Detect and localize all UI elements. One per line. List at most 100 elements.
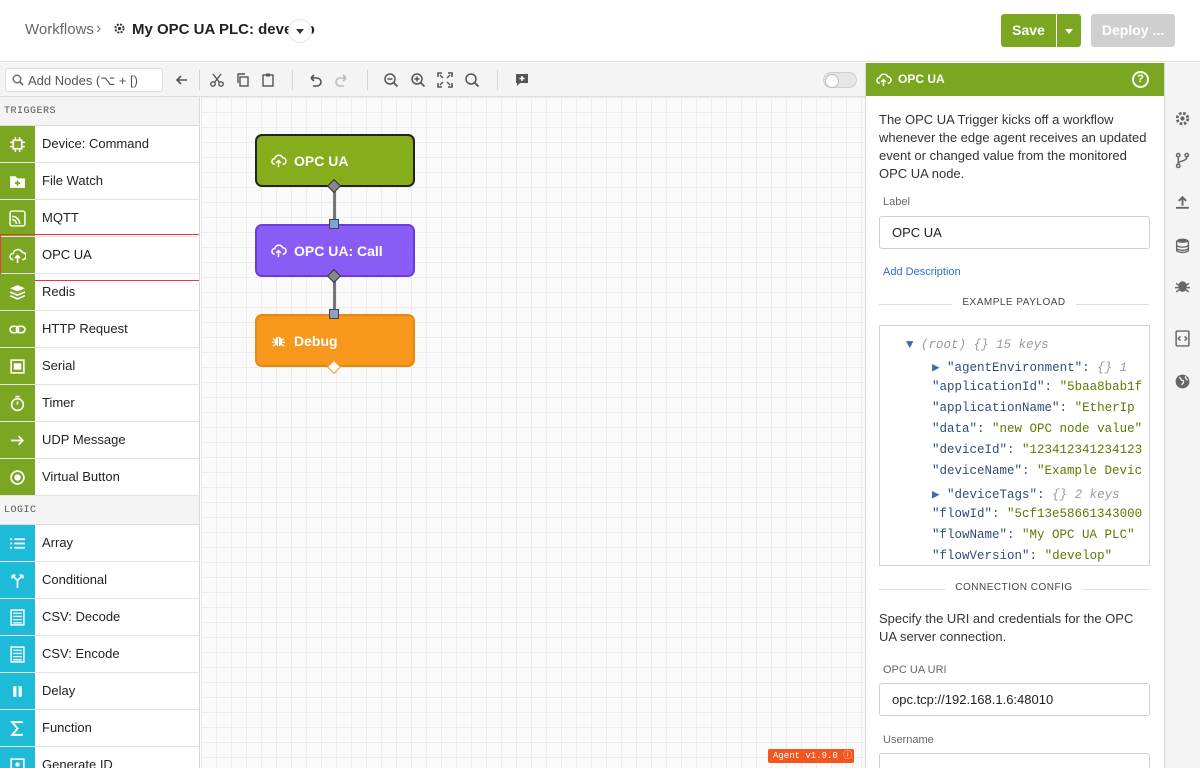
toolbar-divider <box>367 70 368 90</box>
palette-item-label: CSV: Encode <box>42 646 120 661</box>
palette-item-label: File Watch <box>42 173 103 188</box>
opc-ua-uri-caption: OPC UA URI <box>883 664 947 676</box>
add-nodes-search[interactable] <box>5 68 163 92</box>
add-comment-icon[interactable] <box>514 72 530 88</box>
opc-ua-uri-input[interactable]: opc.tcp://192.168.1.6:48010 <box>879 683 1150 716</box>
save-button[interactable]: Save <box>1001 14 1056 47</box>
expand-triangle-icon[interactable]: ▶ <box>932 488 940 502</box>
workflow-canvas[interactable]: OPC UA OPC UA: Call Debug Agent v1.9.0 ⓘ <box>201 97 865 768</box>
palette-item-label: Generate ID <box>42 757 113 768</box>
palette-item-http-request[interactable]: HTTP Request <box>0 311 199 348</box>
payload-row[interactable]: ▶ "deviceTags": {} 2 keys <box>932 486 1120 502</box>
palette-item-udp-message[interactable]: UDP Message <box>0 422 199 459</box>
connection-config-heading: CONNECTION CONFIG <box>945 582 1083 593</box>
database-icon[interactable] <box>1174 237 1191 254</box>
palette-item-label: Function <box>42 720 92 735</box>
node-label: OPC UA: Call <box>294 243 383 259</box>
palette-item-label: OPC UA <box>42 247 92 262</box>
copy-icon[interactable] <box>235 72 251 88</box>
payload-row[interactable]: "flowName": "My OPC UA PLC" <box>932 528 1135 542</box>
save-options-caret[interactable] <box>1057 14 1081 47</box>
agent-version-badge[interactable]: Agent v1.9.0 ⓘ <box>768 749 854 763</box>
palette-item-conditional[interactable]: Conditional <box>0 562 199 599</box>
palette-item-csv-encode[interactable]: CSV: Encode <box>0 636 199 673</box>
label-input[interactable]: OPC UA <box>879 216 1150 249</box>
palette-item-virtual-button[interactable]: Virtual Button <box>0 459 199 496</box>
help-icon[interactable]: ? <box>1132 71 1149 88</box>
palette-item-mqtt[interactable]: MQTT <box>0 200 199 237</box>
palette-item-csv-decode[interactable]: CSV: Decode <box>0 599 199 636</box>
payload-row[interactable]: "applicationName": "EtherIp <box>932 401 1135 415</box>
chip-icon <box>10 137 25 152</box>
palette-item-label: CSV: Decode <box>42 609 121 624</box>
collapse-triangle-icon[interactable]: ▼ <box>906 338 914 352</box>
node-label: Debug <box>294 333 338 349</box>
palette-item-function[interactable]: Function <box>0 710 199 747</box>
payload-row[interactable]: "deviceId": "123412341234123 <box>932 443 1142 457</box>
payload-row[interactable]: "flowId": "5cf13e58661343000 <box>932 507 1142 521</box>
fork-icon[interactable] <box>1174 152 1191 169</box>
palette-item-opc-ua[interactable]: OPC UA <box>0 234 199 281</box>
debug-icon[interactable] <box>1174 277 1191 294</box>
code-icon[interactable] <box>1174 330 1191 347</box>
cloud-upload-icon <box>271 244 287 258</box>
example-payload-viewer[interactable]: ▼ (root) {} 15 keys ▶ "agentEnvironment"… <box>879 325 1150 566</box>
zoom-out-icon[interactable] <box>383 72 399 88</box>
fit-to-screen-icon[interactable] <box>437 72 453 88</box>
zoom-reset-icon[interactable] <box>464 72 480 88</box>
username-input[interactable] <box>879 753 1150 768</box>
payload-row[interactable]: ▶ "agentEnvironment": {} 1 <box>932 359 1127 375</box>
upload-icon[interactable] <box>1174 194 1191 211</box>
zoom-in-icon[interactable] <box>410 72 426 88</box>
agent-version-text: Agent v1.9.0 <box>773 751 838 761</box>
palette-item-timer[interactable]: Timer <box>0 385 199 422</box>
cloud-upload-icon <box>271 154 287 168</box>
add-nodes-input[interactable] <box>28 71 160 89</box>
globe-icon[interactable] <box>1174 373 1191 390</box>
palette-item-generate-id[interactable]: Generate ID <box>0 747 199 768</box>
top-header: Workflows › My OPC UA PLC: develop Save … <box>0 0 1200 62</box>
node-description: The OPC UA Trigger kicks off a workflow … <box>879 112 1147 181</box>
canvas-toggle-switch[interactable] <box>823 72 857 88</box>
palette-item-device-command[interactable]: Device: Command <box>0 126 199 163</box>
palette-item-label: Virtual Button <box>42 469 120 484</box>
palette-item-label: Delay <box>42 683 76 698</box>
search-icon <box>12 74 24 86</box>
input-port[interactable] <box>329 309 339 319</box>
palette-item-serial[interactable]: Serial <box>0 348 199 385</box>
cut-icon[interactable] <box>209 72 225 88</box>
workflow-version-dropdown[interactable] <box>288 19 312 43</box>
palette-item-label: HTTP Request <box>42 321 128 336</box>
add-description-link[interactable]: Add Description <box>883 266 961 278</box>
palette-item-redis[interactable]: Redis <box>0 274 199 311</box>
palette-item-file-watch[interactable]: File Watch <box>0 163 199 200</box>
payload-root-row[interactable]: ▼ (root) {} 15 keys <box>906 338 1049 352</box>
undo-icon[interactable] <box>307 72 323 88</box>
paste-icon[interactable] <box>260 72 276 88</box>
node-debug[interactable]: Debug <box>255 314 415 367</box>
mqtt-icon <box>9 210 26 227</box>
pause-icon <box>13 686 22 697</box>
expand-triangle-icon[interactable]: ▶ <box>932 361 940 375</box>
palette-item-label: Timer <box>42 395 75 410</box>
palette-item-delay[interactable]: Delay <box>0 673 199 710</box>
canvas-toolbar <box>0 63 865 97</box>
breadcrumb-workflows[interactable]: Workflows <box>25 21 94 38</box>
radio-button-icon <box>10 470 25 485</box>
payload-row[interactable]: "applicationId": "5baa8bab1f <box>932 380 1142 394</box>
payload-row[interactable]: "data": "new OPC node value" <box>932 422 1142 436</box>
input-port[interactable] <box>329 219 339 229</box>
payload-row[interactable]: "flowVersion": "develop" <box>932 549 1112 563</box>
collapse-sidebar-icon[interactable] <box>174 72 190 88</box>
redo-icon[interactable] <box>334 72 350 88</box>
gear-icon[interactable] <box>1174 110 1191 127</box>
deploy-button[interactable]: Deploy ... <box>1091 14 1175 47</box>
csv-icon <box>10 646 25 663</box>
cloud-upload-icon <box>876 73 892 87</box>
payload-row[interactable]: "deviceName": "Example Devic <box>932 464 1142 478</box>
toolbar-divider <box>497 70 498 90</box>
serial-icon <box>10 359 25 374</box>
panel-title: OPC UA <box>898 72 945 86</box>
palette-item-array[interactable]: Array <box>0 525 199 562</box>
list-icon <box>10 538 25 549</box>
